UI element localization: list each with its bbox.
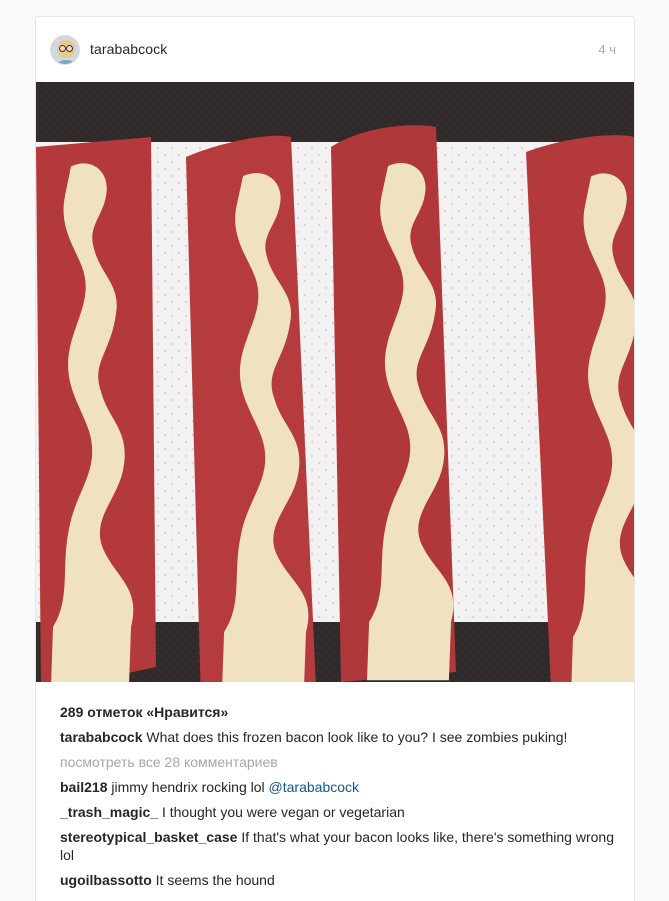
comment-text: It seems the hound bbox=[155, 872, 275, 888]
comment-username[interactable]: stereotypical_basket_case bbox=[60, 829, 237, 845]
comment-row: stereotypical_basket_case If that's what… bbox=[60, 828, 620, 864]
like-count[interactable]: 289 отметок «Нравится» bbox=[60, 703, 620, 721]
comment-row: _trash_magic_ I thought you were vegan o… bbox=[60, 803, 620, 821]
post-body: 289 отметок «Нравится» tarababcock What … bbox=[60, 703, 620, 896]
post-username[interactable]: tarababcock bbox=[90, 41, 167, 57]
comment-row: bail218 jimmy hendrix rocking lol @tarab… bbox=[60, 778, 620, 796]
comment-text: jimmy hendrix rocking lol bbox=[111, 779, 265, 795]
comment-username[interactable]: _trash_magic_ bbox=[60, 804, 158, 820]
caption: tarababcock What does this frozen bacon … bbox=[60, 728, 620, 746]
caption-text: What does this frozen bacon look like to… bbox=[146, 729, 568, 745]
post-timestamp[interactable]: 4 ч bbox=[598, 42, 616, 57]
post-header: tarababcock 4 ч bbox=[36, 17, 634, 82]
avatar[interactable] bbox=[50, 35, 80, 65]
comment-row: ugoilbassotto It seems the hound bbox=[60, 871, 620, 889]
comment-username[interactable]: ugoilbassotto bbox=[60, 872, 152, 888]
comment-text: I thought you were vegan or vegetarian bbox=[161, 804, 405, 820]
post-photo[interactable] bbox=[36, 82, 634, 682]
view-all-comments-link[interactable]: посмотреть все 28 комментариев bbox=[60, 753, 620, 771]
caption-username[interactable]: tarababcock bbox=[60, 729, 142, 745]
comment-username[interactable]: bail218 bbox=[60, 779, 107, 795]
post-card: tarababcock 4 ч 289 отметок «Нравится» t… bbox=[35, 16, 635, 901]
comment-mention[interactable]: @tarababcock bbox=[269, 779, 359, 795]
